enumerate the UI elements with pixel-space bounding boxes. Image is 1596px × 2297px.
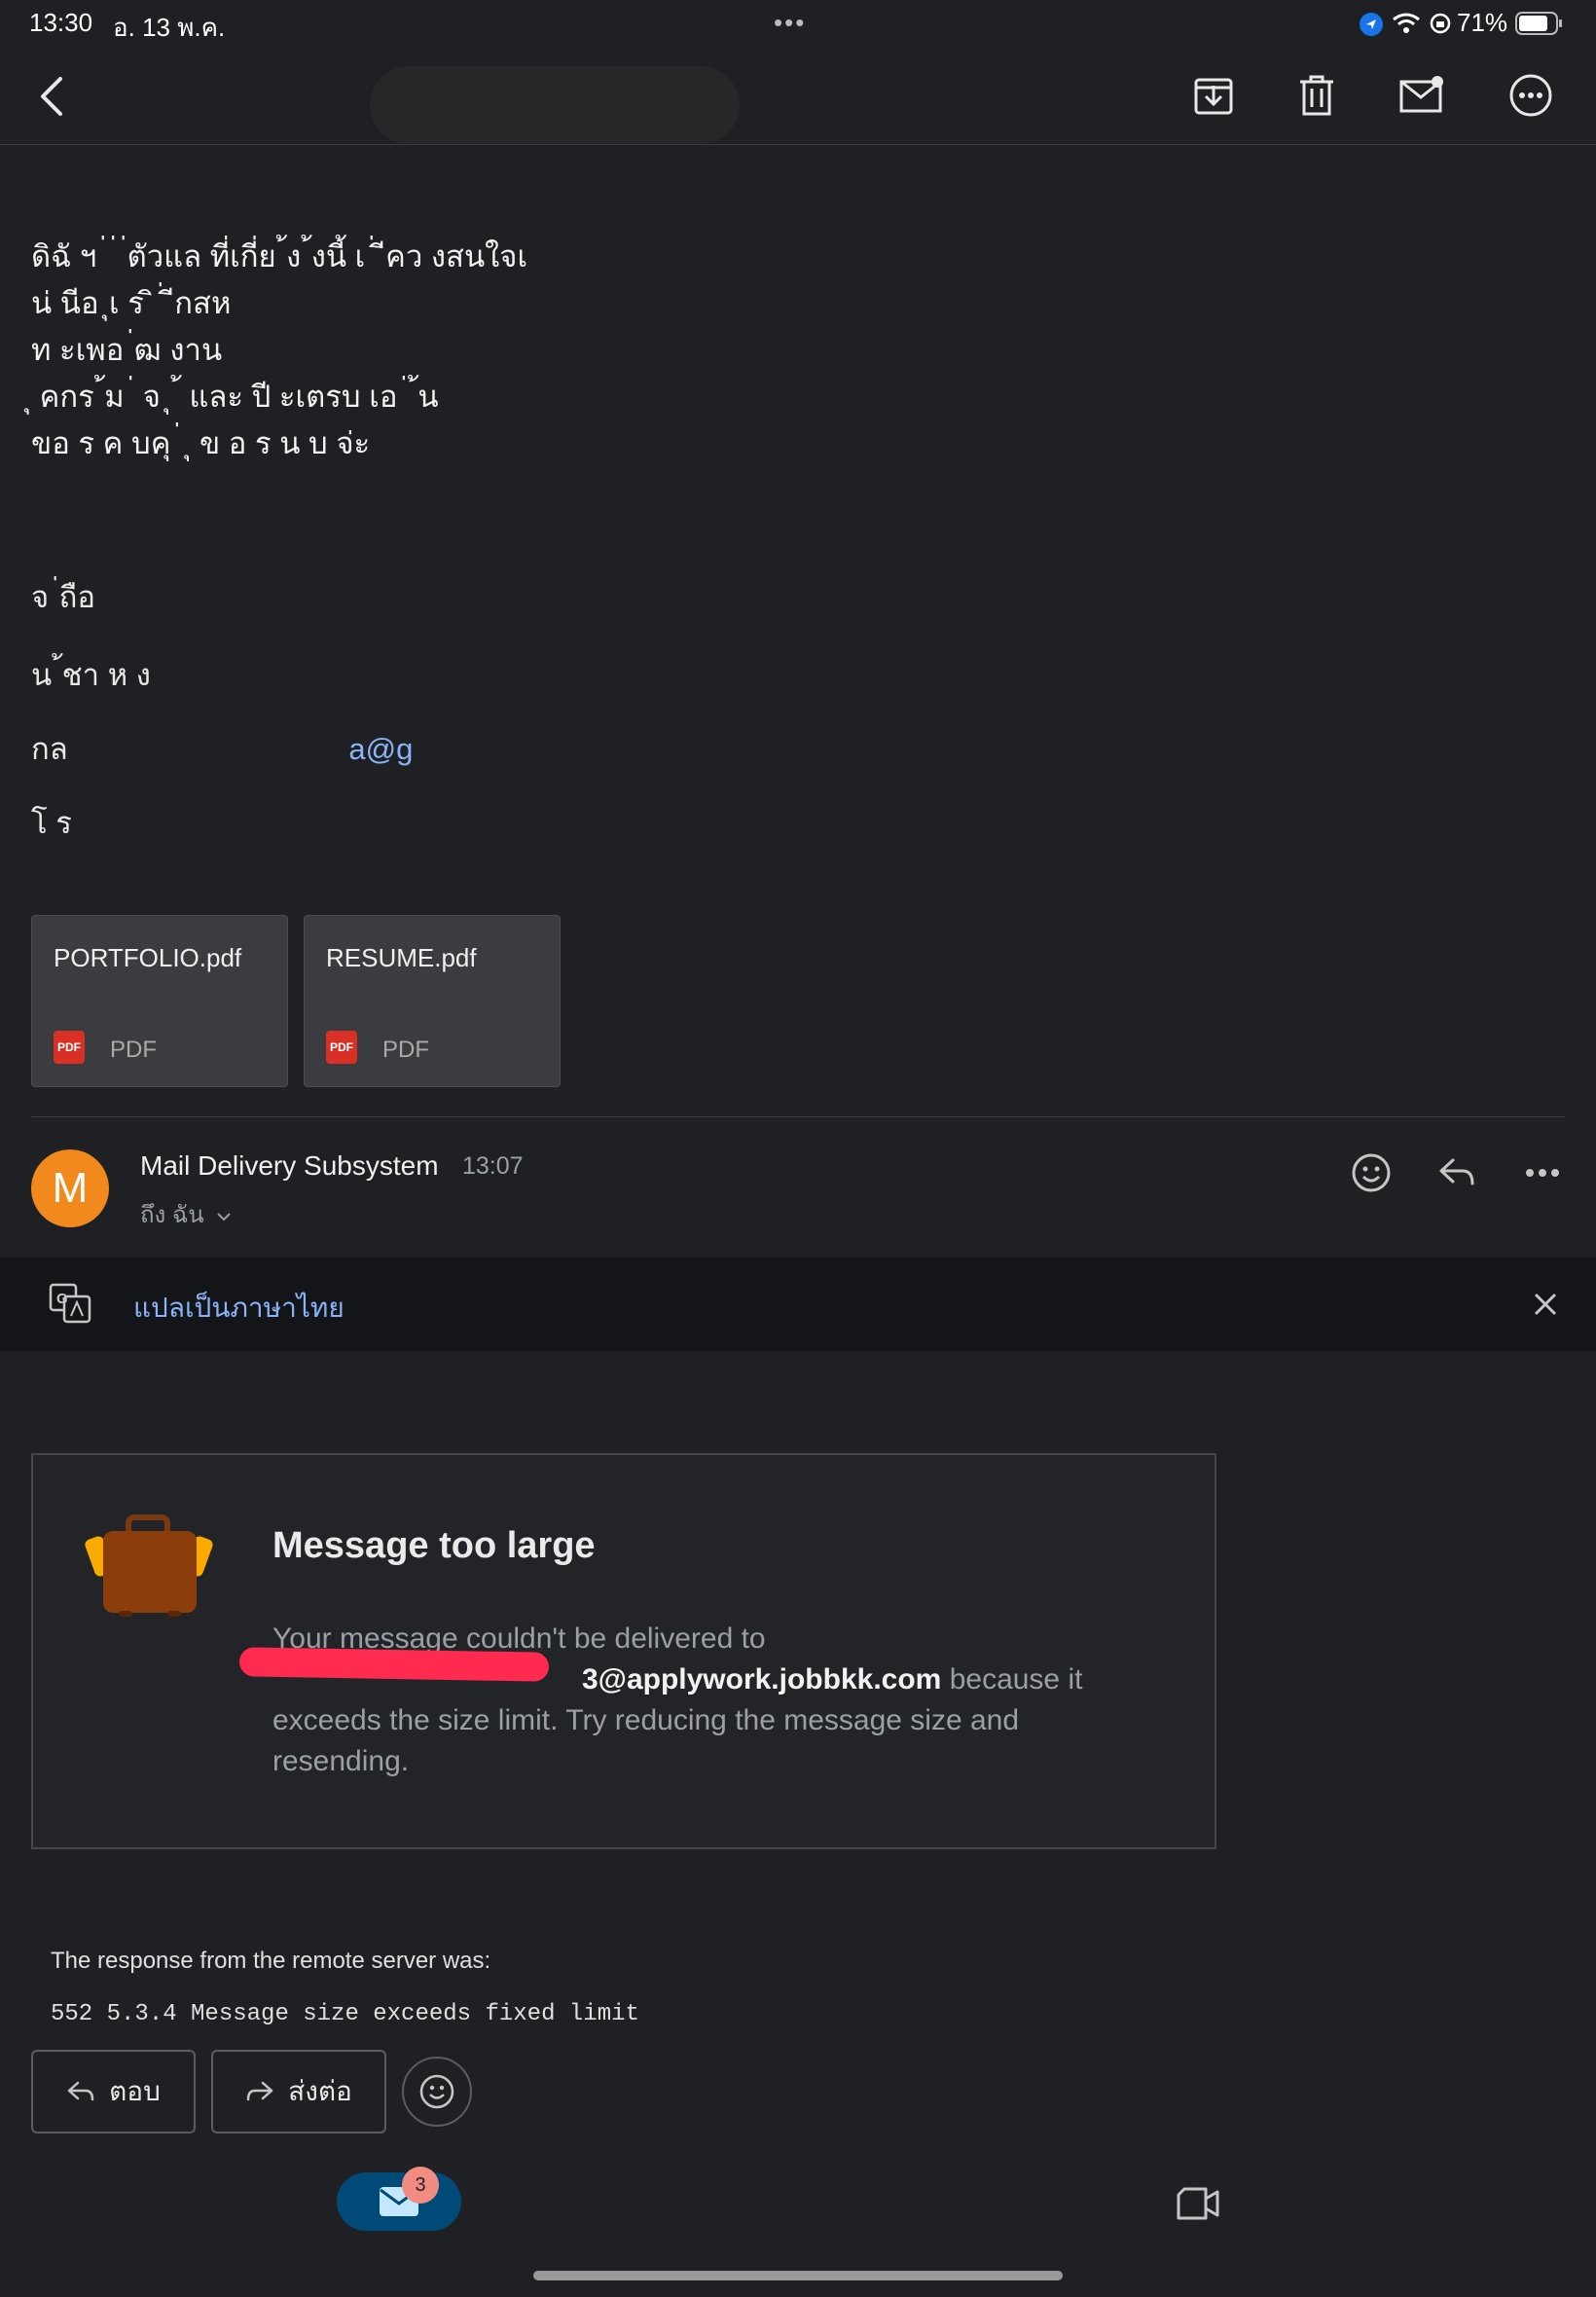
body-line: ุ คกร ้ม ่ จ ุ ้ และ ปี ะเตรบ เอ ่ ้น [31, 380, 439, 414]
sender-avatar[interactable]: M [31, 1149, 109, 1227]
signature-regards: จ ่ถือ [31, 580, 95, 614]
close-translate-button[interactable] [1524, 1283, 1567, 1326]
status-bar: 13:30 อ. 13 พ.ค. ••• 71% [0, 0, 1596, 47]
reply-arrow-icon [67, 2081, 94, 2101]
rotation-lock-icon [1429, 12, 1452, 35]
mark-unread-button[interactable] [1396, 68, 1450, 123]
reply-label: ตอบ [109, 2076, 161, 2106]
signature-phone: โ ร [31, 806, 72, 840]
attachment-name: RESUME.pdf [326, 943, 477, 972]
translate-link[interactable]: แปลเป็นภาษาไทย [133, 1287, 345, 1330]
header-smudge [370, 66, 740, 144]
attachment-type: PDF [110, 1037, 157, 1063]
server-response-code: 552 5.3.4 Message size exceeds fixed lim… [51, 2001, 639, 2027]
translate-bar: G แปลเป็นภาษาไทย [0, 1258, 1596, 1351]
recipient-toggle[interactable]: ถึง ฉัน [140, 1195, 232, 1233]
body-line: น่ นีอ ุเ ร ิ ่ ีกสห [31, 286, 232, 320]
delete-button[interactable] [1292, 68, 1341, 123]
meet-tab[interactable] [1173, 2180, 1223, 2227]
trash-icon [1300, 75, 1333, 116]
sender-name[interactable]: Mail Delivery Subsystem [140, 1150, 439, 1182]
battery-icon [1515, 12, 1564, 35]
suitcase-icon [82, 1513, 218, 1621]
bounce-description: Your message couldn't be delivered to 3@… [272, 1619, 1129, 1782]
reply-icon-button[interactable] [1433, 1148, 1481, 1197]
pdf-icon: PDF [54, 1031, 85, 1064]
archive-button[interactable] [1189, 68, 1238, 123]
bounce-address: 3@applywork.jobbkk.com [582, 1663, 942, 1695]
close-icon [1534, 1293, 1557, 1316]
message-more-button[interactable] [1518, 1148, 1567, 1197]
reply-button[interactable]: ตอบ [31, 2050, 196, 2133]
video-camera-icon [1177, 2187, 1219, 2220]
bounce-title: Message too large [272, 1525, 596, 1566]
redaction-mark [238, 1647, 550, 1682]
forward-button[interactable]: ส่งต่อ [211, 2050, 386, 2133]
attachment-resume[interactable]: RESUME.pdf PDF PDF [304, 915, 561, 1087]
server-response-label: The response from the remote server was: [51, 1948, 491, 1974]
forward-arrow-icon [246, 2081, 273, 2101]
attachment-portfolio[interactable]: PORTFOLIO.pdf PDF PDF [31, 915, 288, 1087]
status-date: อ. 13 พ.ค. [113, 13, 226, 42]
archive-icon [1194, 78, 1233, 115]
message-time: 13:07 [462, 1152, 524, 1180]
bounce-card: Message too large Your message couldn't … [31, 1453, 1216, 1849]
forward-label: ส่งต่อ [288, 2076, 352, 2106]
back-button[interactable] [27, 72, 76, 121]
signature-email-row: กล a@g [31, 724, 413, 773]
mail-count-badge: 3 [402, 2167, 439, 2204]
multitask-dots[interactable]: ••• [774, 8, 806, 38]
emoji-icon [419, 2074, 454, 2109]
back-arrow-icon [41, 77, 62, 116]
reply-icon [1439, 1158, 1474, 1185]
battery-percent: 71% [1457, 8, 1508, 37]
more-horizontal-icon [1526, 1169, 1559, 1177]
wifi-icon [1392, 12, 1421, 35]
top-toolbar [0, 47, 1596, 145]
react-button[interactable] [1347, 1148, 1396, 1197]
home-indicator[interactable] [533, 2271, 1063, 2280]
status-time: 13:30 [29, 8, 93, 37]
chevron-down-icon [217, 1212, 232, 1221]
more-options-button[interactable] [1504, 68, 1558, 123]
signature-email-link[interactable]: a@g [348, 732, 413, 766]
signature-email-prefix: กล [31, 732, 77, 766]
translate-icon: G [49, 1283, 91, 1324]
body-line: ท ะเพอ ่ฒ งาน [31, 333, 223, 367]
pdf-icon: PDF [326, 1031, 357, 1064]
message-divider [31, 1116, 1565, 1117]
location-icon [1360, 13, 1383, 36]
svg-text:G: G [56, 1291, 68, 1307]
emoji-icon [1352, 1153, 1391, 1192]
emoji-react-button[interactable] [402, 2057, 472, 2127]
mail-tab[interactable] [337, 2172, 461, 2231]
more-circle-icon [1509, 74, 1552, 117]
signature-name: น ้ชา ห ง [31, 658, 151, 692]
attachment-name: PORTFOLIO.pdf [54, 943, 242, 972]
mail-unread-icon [1399, 76, 1443, 113]
email-body-text: ดิฉั ฯ ่ ่ ่ตัวแล ที่เกี่ย ้ง ้งนี้ เ ่ … [31, 234, 1569, 467]
body-line: ขอ ร ค บคุ ่ ุ ข อ ร น บ จ่ะ [31, 426, 371, 460]
recipient-label: ถึง ฉัน [140, 1202, 204, 1228]
body-line: ดิฉั ฯ ่ ่ ่ตัวแล ที่เกี่ย ้ง ้งนี้ เ ่ … [31, 239, 528, 273]
attachment-type: PDF [382, 1037, 429, 1063]
